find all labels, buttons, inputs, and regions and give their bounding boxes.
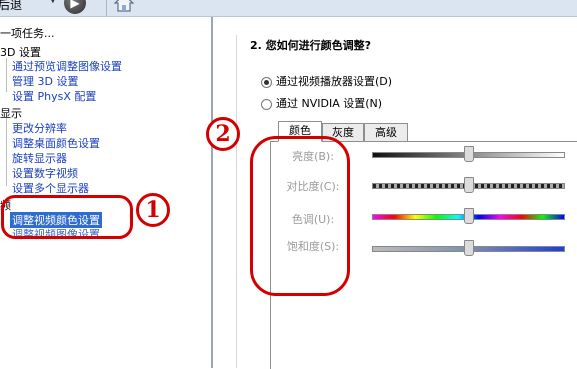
tree-item-preview-image[interactable]: 通过预览调整图像设置	[12, 58, 122, 74]
tree-item-physx[interactable]: 设置 PhysX 配置	[12, 88, 96, 104]
tree-item-manage-3d[interactable]: 管理 3D 设置	[12, 73, 78, 89]
annotation-marker-2: 2	[206, 117, 240, 151]
forward-arrow-icon: ▶	[70, 0, 80, 10]
forward-button[interactable]: ▶	[64, 0, 86, 14]
brightness-slider-thumb[interactable]	[464, 146, 474, 162]
radio-video-player-label[interactable]: 通过视频播放器设置(D)	[276, 73, 392, 89]
tree-connector	[6, 58, 7, 92]
radio-nvidia[interactable]	[261, 99, 272, 110]
tree-item-rotate-display[interactable]: 旋转显示器	[12, 150, 67, 166]
tree-item-digital-video[interactable]: 设置数字视频	[12, 165, 78, 181]
group-display[interactable]: 显示	[0, 105, 22, 121]
content-frame	[236, 35, 249, 368]
radio-video-player[interactable]	[261, 77, 272, 88]
annotation-marker-1: 1	[136, 193, 170, 227]
radio-selected-dot	[264, 80, 269, 85]
back-dropdown-caret-icon[interactable]: ▼	[49, 0, 57, 5]
tree-item-resolution[interactable]: 更改分辨率	[12, 120, 67, 136]
radio-nvidia-label[interactable]: 通过 NVIDIA 设置(N)	[276, 95, 382, 111]
tree-item-desktop-color[interactable]: 调整桌面颜色设置	[12, 135, 100, 151]
contrast-slider-thumb[interactable]	[464, 177, 474, 193]
tree-item-multiple-displays[interactable]: 设置多个显示器	[12, 180, 89, 196]
toolbar: 后退 ▼ ▶	[0, 0, 577, 17]
saturation-slider-thumb[interactable]	[464, 240, 474, 256]
tree-connector	[6, 118, 7, 186]
annotation-highlight-1	[1, 195, 133, 239]
annotation-highlight-2	[250, 136, 350, 296]
task-header: 一项任务...	[0, 27, 55, 40]
section-title: 2. 您如何进行颜色调整?	[250, 39, 372, 52]
tab-advanced[interactable]: 高级	[364, 123, 408, 142]
back-button[interactable]: 后退	[0, 0, 22, 13]
toolbar-separator	[106, 0, 107, 16]
navigation-tree: 一项任务... 3D 设置 通过预览调整图像设置 管理 3D 设置 设置 Phy…	[0, 17, 211, 368]
hue-slider-thumb[interactable]	[464, 208, 474, 224]
home-icon[interactable]	[114, 0, 134, 12]
